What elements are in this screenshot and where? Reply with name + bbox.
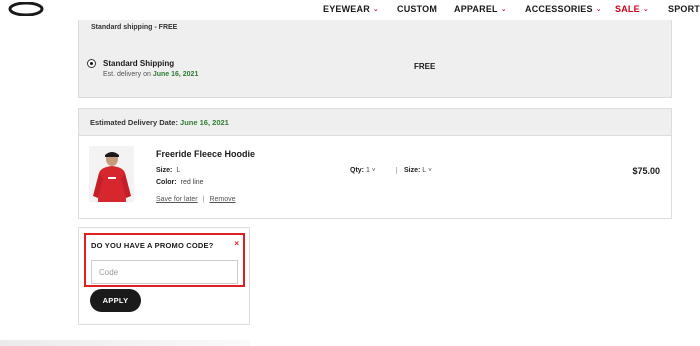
item-actions: Save for later | Remove bbox=[156, 196, 236, 203]
nav-item-label: APPAREL bbox=[454, 4, 498, 14]
save-for-later-link[interactable]: Save for later bbox=[156, 196, 198, 203]
delivery-date-bar: Estimated Delivery Date: June 16, 2021 bbox=[79, 109, 671, 136]
close-icon[interactable]: × bbox=[234, 239, 239, 248]
estimate-prefix: Est. delivery on bbox=[103, 71, 151, 78]
qty-label: Qty: bbox=[350, 167, 364, 174]
delivery-date-text: Estimated Delivery Date: June 16, 2021 bbox=[90, 118, 229, 127]
nav-item-custom[interactable]: CUSTOM bbox=[397, 4, 437, 14]
chevron-down-icon: ⌄ bbox=[372, 6, 379, 13]
size-label: Size: bbox=[156, 167, 173, 174]
quantity-select[interactable]: Qty: 1 ˅ bbox=[350, 167, 375, 174]
top-navigation: EYEWEAR ⌄ CUSTOM APPAREL ⌄ ACCESSORIES ⌄ SA… bbox=[0, 0, 700, 20]
delivery-date: June 16, 2021 bbox=[180, 118, 229, 127]
nav-item-apparel[interactable]: APPAREL ⌄ bbox=[454, 4, 507, 14]
cart-item-card: Estimated Delivery Date: June 16, 2021 F… bbox=[78, 108, 672, 219]
nav-item-label: CUSTOM bbox=[397, 4, 438, 14]
remove-link[interactable]: Remove bbox=[209, 196, 235, 203]
product-name[interactable]: Freeride Fleece Hoodie bbox=[156, 149, 255, 159]
size-select-value: L bbox=[422, 167, 427, 174]
oakley-logo-icon[interactable] bbox=[8, 2, 44, 16]
chevron-down-icon: ⌄ bbox=[642, 6, 649, 13]
product-size: Size: L bbox=[156, 167, 180, 174]
delivery-label: Estimated Delivery Date: bbox=[90, 118, 178, 127]
chevron-down-icon: ⌄ bbox=[595, 6, 602, 13]
action-separator: | bbox=[202, 196, 205, 203]
chevron-down-icon: ˅ bbox=[428, 168, 432, 174]
nav-item-sports[interactable]: SPORTS bbox=[668, 4, 700, 14]
size-select-label: Size: bbox=[404, 167, 421, 174]
promo-code-input[interactable] bbox=[91, 260, 238, 284]
nav-item-label: SPORTS bbox=[668, 4, 700, 14]
shipping-option-radio[interactable] bbox=[87, 59, 96, 68]
nav-item-sale[interactable]: SALE ⌄ bbox=[615, 4, 649, 14]
shipping-estimate: Est. delivery on June 16, 2021 bbox=[103, 71, 198, 78]
item-price: $75.00 bbox=[632, 166, 660, 176]
shipping-section-heading: Standard shipping - FREE bbox=[91, 24, 178, 31]
nav-item-label: SALE bbox=[615, 4, 640, 14]
product-color: Color: red line bbox=[156, 179, 204, 186]
shipping-method-panel: Standard shipping - FREE Standard Shippi… bbox=[78, 20, 672, 98]
nav-item-label: ACCESSORIES bbox=[525, 4, 593, 14]
product-image[interactable] bbox=[89, 146, 134, 202]
promo-code-highlight: DO YOU HAVE A PROMO CODE? × bbox=[84, 233, 245, 287]
chevron-down-icon: ⌄ bbox=[500, 6, 507, 13]
color-label: Color: bbox=[156, 179, 177, 186]
size-value: L bbox=[176, 167, 181, 174]
qty-value: 1 bbox=[365, 167, 370, 174]
nav-item-label: EYEWEAR bbox=[323, 4, 370, 14]
color-value: red line bbox=[180, 179, 204, 186]
chevron-down-icon: ˅ bbox=[371, 168, 376, 174]
apply-button[interactable]: APPLY bbox=[90, 289, 141, 312]
bottom-shadow bbox=[0, 340, 250, 346]
shipping-price: FREE bbox=[414, 62, 436, 71]
size-select[interactable]: Size: L ˅ bbox=[396, 167, 432, 174]
promo-title: DO YOU HAVE A PROMO CODE? bbox=[91, 241, 214, 250]
hoodie-model-icon bbox=[89, 146, 134, 202]
nav-item-accessories[interactable]: ACCESSORIES ⌄ bbox=[525, 4, 602, 14]
shipping-option-name[interactable]: Standard Shipping bbox=[103, 59, 174, 68]
nav-item-eyewear[interactable]: EYEWEAR ⌄ bbox=[323, 4, 379, 14]
estimate-date: June 16, 2021 bbox=[152, 71, 199, 78]
